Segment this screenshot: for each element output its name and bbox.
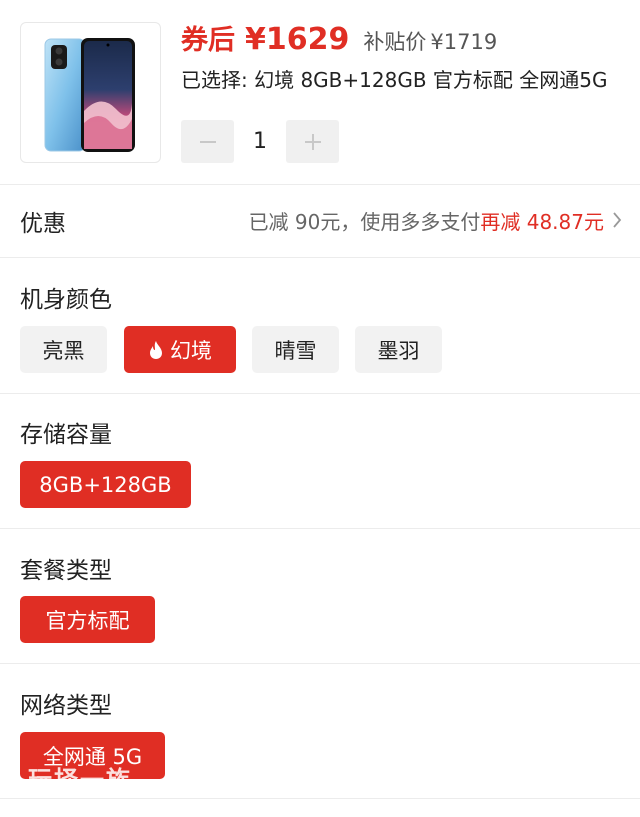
discount-row[interactable]: 优惠 已减 90元，使用多多支付再减 48.87元 xyxy=(0,184,640,257)
discount-title: 优惠 xyxy=(20,211,66,237)
color-option-black[interactable]: 亮黑 xyxy=(20,326,107,373)
storage-section-title: 存储容量 xyxy=(20,422,112,448)
bundle-option-official[interactable]: 官方标配 xyxy=(20,596,155,643)
chip-label: 8GB+128GB xyxy=(39,472,172,497)
discount-extra-text: 再减 48.87元 xyxy=(480,210,604,234)
color-section-title: 机身颜色 xyxy=(20,287,112,313)
subsidy-price: ¥1719 xyxy=(430,30,498,54)
phone-image[interactable] xyxy=(20,22,161,163)
chip-label: 墨羽 xyxy=(377,338,420,363)
chevron-right-icon xyxy=(613,212,622,228)
watermark: 玩择一族 xyxy=(28,766,132,794)
chip-label: 幻境 xyxy=(170,338,212,363)
network-section-title: 网络类型 xyxy=(20,693,112,719)
phone-illustration xyxy=(44,38,135,152)
price-line: 券后 ¥1629 补贴价 ¥1719 xyxy=(181,18,497,58)
coupon-label: 券后 xyxy=(181,25,235,56)
divider xyxy=(0,798,640,799)
quantity-stepper: 1 xyxy=(181,120,339,163)
color-option-fantasy[interactable]: 幻境 xyxy=(124,326,236,373)
bundle-section-title: 套餐类型 xyxy=(20,558,112,584)
divider xyxy=(0,257,640,258)
plus-icon xyxy=(304,133,321,150)
storage-option-8-128[interactable]: 8GB+128GB xyxy=(20,461,191,508)
minus-icon xyxy=(199,140,216,143)
divider xyxy=(0,663,640,664)
discount-detail: 已减 90元，使用多多支付再减 48.87元 xyxy=(249,206,604,235)
coupon-price: ¥1629 xyxy=(245,22,350,57)
flame-icon xyxy=(150,340,162,359)
decrement-button[interactable] xyxy=(181,120,234,163)
color-option-ink[interactable]: 墨羽 xyxy=(355,326,442,373)
chip-label: 晴雪 xyxy=(274,338,317,363)
color-option-snow[interactable]: 晴雪 xyxy=(252,326,339,373)
divider xyxy=(0,393,640,394)
chip-label: 亮黑 xyxy=(42,338,85,363)
divider xyxy=(0,528,640,529)
chip-label: 官方标配 xyxy=(45,608,130,633)
increment-button[interactable] xyxy=(286,120,339,163)
quantity-value[interactable]: 1 xyxy=(234,129,286,154)
product-header: 券后 ¥1629 补贴价 ¥1719 已选择: 幻境 8GB+128GB 官方标… xyxy=(0,0,640,184)
discount-applied-text: 已减 90元，使用多多支付 xyxy=(248,210,481,234)
selected-spec-text: 已选择: 幻境 8GB+128GB 官方标配 全网通5G xyxy=(181,68,608,92)
subsidy-label: 补贴价 xyxy=(363,30,427,54)
